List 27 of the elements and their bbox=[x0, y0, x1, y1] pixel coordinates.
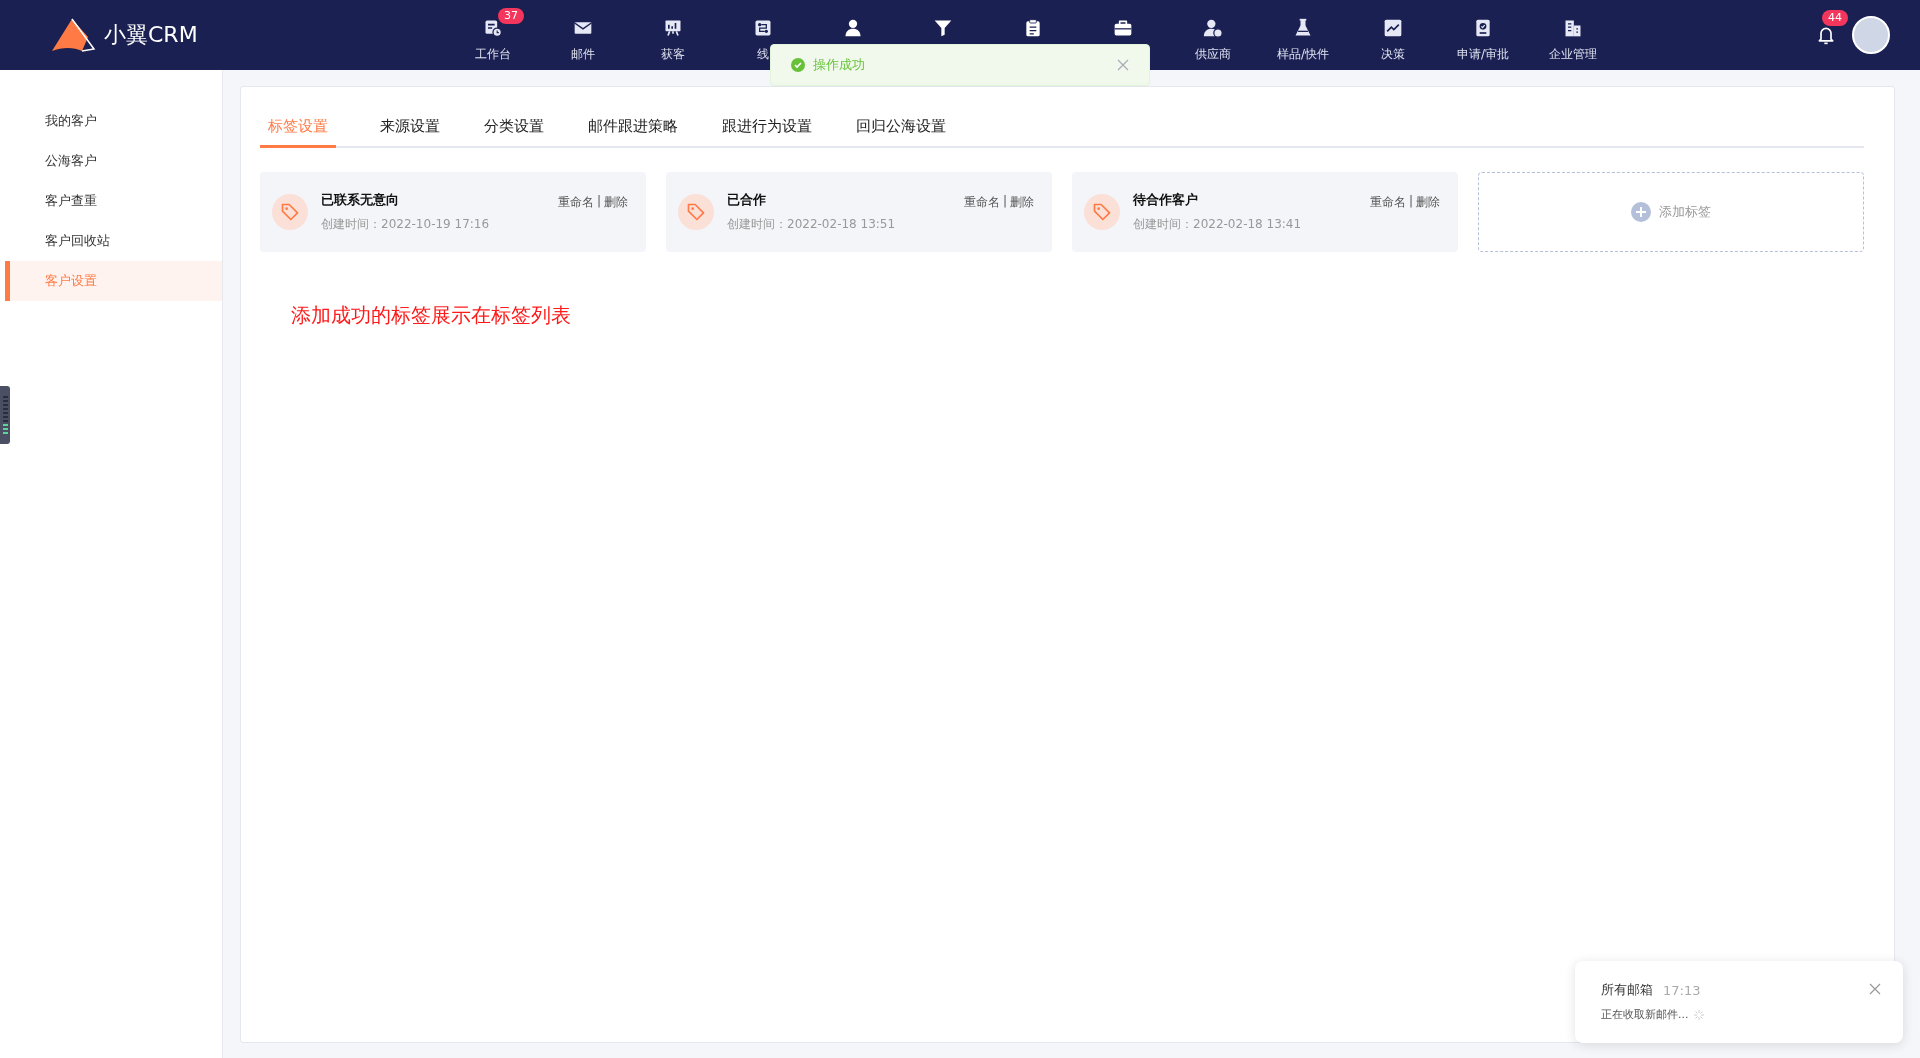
created-time: 创建时间：2022-10-19 17:16 bbox=[321, 216, 491, 233]
notification-time: 17:13 bbox=[1663, 982, 1701, 998]
separator: | bbox=[1408, 194, 1413, 210]
nav-label: 邮件 bbox=[571, 46, 595, 63]
created-time: 创建时间：2022-02-18 13:51 bbox=[727, 216, 897, 233]
logo-text: 小翼CRM bbox=[104, 21, 198, 49]
tag-name: 已合作 bbox=[727, 191, 767, 209]
nav-label: 获客 bbox=[661, 46, 685, 63]
count-badge: 44 bbox=[1822, 10, 1848, 26]
toast-text: 操作成功 bbox=[813, 56, 866, 74]
notification-title: 所有邮箱 bbox=[1601, 981, 1653, 999]
nav-label: 供应商 bbox=[1195, 46, 1231, 63]
tag-name: 已联系无意向 bbox=[321, 191, 400, 209]
annotation-text: 添加成功的标签展示在标签列表 bbox=[291, 302, 572, 329]
add-tag-label: 添加标签 bbox=[1659, 203, 1711, 221]
nav-label: 工作台 bbox=[475, 46, 511, 63]
count-badge: 37 bbox=[498, 8, 524, 24]
nav-label: 线 bbox=[757, 46, 769, 63]
nav-label: 样品/快件 bbox=[1276, 46, 1329, 63]
separator: | bbox=[596, 194, 601, 210]
nav-label: 申请/审批 bbox=[1456, 46, 1509, 63]
nav-label: 企业管理 bbox=[1549, 46, 1597, 63]
created-time: 创建时间：2022-02-18 13:41 bbox=[1133, 216, 1303, 233]
nav-label: 决策 bbox=[1381, 46, 1405, 63]
separator: | bbox=[1002, 194, 1007, 210]
notification-message: 正在收取新邮件... bbox=[1601, 1007, 1689, 1022]
tag-name: 待合作客户 bbox=[1133, 191, 1199, 209]
